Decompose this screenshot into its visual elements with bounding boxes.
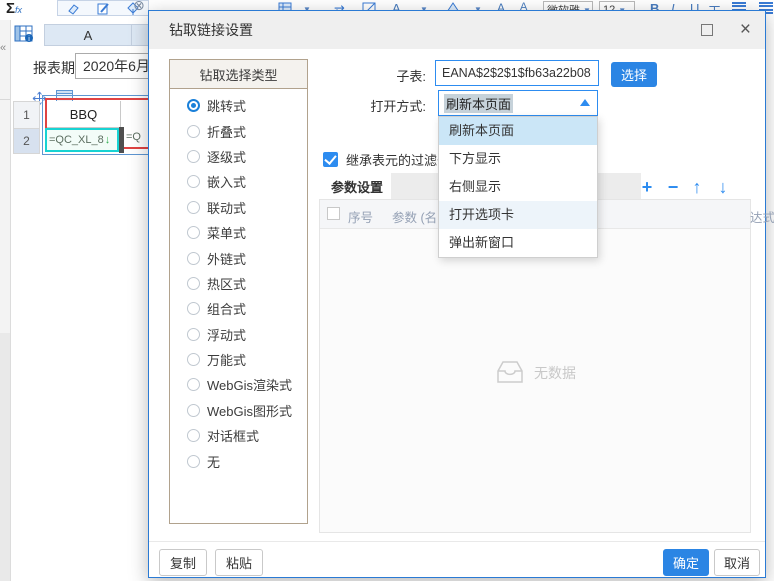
empty-inbox-icon — [494, 360, 526, 385]
drill-type-option[interactable]: 折叠式 — [170, 118, 307, 143]
drill-type-option[interactable]: 外链式 — [170, 245, 307, 270]
drill-type-option[interactable]: 菜单式 — [170, 220, 307, 245]
radio-icon — [187, 328, 200, 341]
radio-icon — [187, 226, 200, 239]
report-period-label: 报表期 — [33, 58, 75, 78]
drill-type-panel: 钻取选择类型 跳转式 折叠式 逐级式 嵌入式 联动式 菜单式 外链式 热区式 组… — [169, 59, 308, 524]
drill-type-option[interactable]: 对话框式 — [170, 423, 307, 448]
drill-type-option[interactable]: WebGis图形式 — [170, 398, 307, 423]
subtable-input[interactable]: EANA$2$2$1$fb63a22b08 — [435, 60, 599, 86]
cell-a2-selected[interactable]: =QC_XL_8↓ — [45, 128, 119, 152]
radio-icon — [187, 252, 200, 265]
eraser-icon[interactable] — [62, 1, 84, 15]
dropdown-option[interactable]: 下方显示 — [439, 145, 597, 173]
strip-divider — [0, 99, 10, 100]
combo-up-arrow-icon — [580, 99, 590, 106]
select-all-checkbox[interactable] — [327, 207, 340, 220]
dropdown-option[interactable]: 刷新本页面 — [439, 117, 597, 145]
report-period-input[interactable]: 2020年6月 — [75, 53, 153, 79]
drill-type-option[interactable]: 组合式 — [170, 296, 307, 321]
dialog-titlebar: 钻取链接设置 × — [149, 11, 765, 49]
drill-type-option[interactable]: 热区式 — [170, 271, 307, 296]
cell-b2[interactable]: =Q — [126, 131, 141, 143]
collapse-panel-button[interactable]: « — [0, 42, 6, 54]
open-mode-combobox[interactable]: 刷新本页面 — [438, 90, 598, 116]
drill-link-settings-dialog: 钻取链接设置 × 钻取选择类型 跳转式 折叠式 逐级式 嵌入式 联动式 菜单式 … — [148, 10, 766, 578]
seq-column-header: 序号 — [348, 207, 373, 226]
drill-type-panel-header: 钻取选择类型 — [170, 60, 307, 89]
drill-type-option[interactable]: 嵌入式 — [170, 169, 307, 194]
empty-state: 无数据 — [320, 360, 750, 385]
cell-divider — [119, 127, 124, 153]
formula-sigma-icon[interactable]: Σfx — [6, 0, 22, 17]
radio-icon — [187, 429, 200, 442]
sheet-info-icon[interactable]: i — [14, 24, 34, 49]
drill-type-option[interactable]: 联动式 — [170, 195, 307, 220]
clear-format-icon[interactable]: ⊗ — [133, 0, 145, 14]
inherit-filter-label: 继承表元的过滤条 — [346, 150, 450, 169]
dropdown-option[interactable]: 打开选项卡 — [439, 201, 597, 229]
drill-type-list: 跳转式 折叠式 逐级式 嵌入式 联动式 菜单式 外链式 热区式 组合式 浮动式 … — [170, 93, 307, 474]
tab-param-settings[interactable]: 参数设置 — [319, 173, 391, 199]
drill-type-option[interactable]: 跳转式 — [170, 93, 307, 118]
drill-type-option[interactable]: 无 — [170, 448, 307, 473]
radio-icon — [187, 125, 200, 138]
paste-button[interactable]: 粘贴 — [215, 549, 263, 576]
move-down-button[interactable]: ↓ — [712, 175, 734, 199]
drill-type-option[interactable]: 万能式 — [170, 347, 307, 372]
dropdown-option[interactable]: 右侧显示 — [439, 173, 597, 201]
empty-text: 无数据 — [534, 363, 576, 383]
row-header-1[interactable]: 1 — [13, 101, 40, 129]
drill-type-option[interactable]: 逐级式 — [170, 144, 307, 169]
radio-icon — [187, 302, 200, 315]
move-up-button[interactable]: ↑ — [686, 175, 708, 199]
radio-icon — [187, 175, 200, 188]
close-icon[interactable]: × — [740, 17, 751, 43]
open-mode-dropdown: 刷新本页面 下方显示 右侧显示 打开选项卡 弹出新窗口 — [438, 116, 598, 258]
radio-icon — [187, 99, 200, 112]
radio-icon — [187, 404, 200, 417]
param-column-header-right: 达式) — [750, 207, 774, 226]
param-column-header-left: 参数 (名 — [392, 207, 437, 226]
open-mode-label: 打开方式: — [306, 96, 426, 115]
remove-param-button[interactable]: − — [662, 175, 684, 199]
edit-cell-icon[interactable] — [92, 1, 114, 15]
inherit-filter-row[interactable]: 继承表元的过滤条 — [323, 150, 450, 169]
data-column-expand-icon: ↓ — [105, 134, 111, 146]
maximize-icon[interactable] — [701, 24, 713, 36]
footer-divider — [149, 541, 765, 542]
radio-icon — [187, 277, 200, 290]
select-subtable-button[interactable]: 选择 — [611, 62, 657, 87]
left-panel-strip: « — [0, 20, 11, 581]
add-param-button[interactable]: + — [636, 175, 658, 199]
column-header-a[interactable]: A — [44, 24, 132, 46]
cell-a1[interactable]: BBQ — [47, 101, 121, 128]
radio-icon — [187, 353, 200, 366]
radio-icon — [187, 201, 200, 214]
row-header-2[interactable]: 2 — [13, 128, 40, 154]
cancel-button[interactable]: 取消 — [714, 549, 760, 576]
radio-icon — [187, 378, 200, 391]
dialog-title: 钻取链接设置 — [169, 11, 253, 49]
app-root: Σfx ⊗ ▼ ⇄ A ▼ ▼ A A 微软雅▼ 12▼ B I U — [0, 0, 774, 581]
strip-lower-section — [0, 333, 10, 581]
radio-icon — [187, 150, 200, 163]
drill-type-option[interactable]: 浮动式 — [170, 322, 307, 347]
checkbox-checked-icon[interactable] — [323, 152, 338, 167]
radio-icon — [187, 455, 200, 468]
drill-type-option[interactable]: WebGis渲染式 — [170, 372, 307, 397]
dropdown-option[interactable]: 弹出新窗口 — [439, 229, 597, 257]
copy-button[interactable]: 复制 — [159, 549, 207, 576]
ok-button[interactable]: 确定 — [663, 549, 709, 576]
subtable-label: 子表: — [306, 66, 426, 85]
